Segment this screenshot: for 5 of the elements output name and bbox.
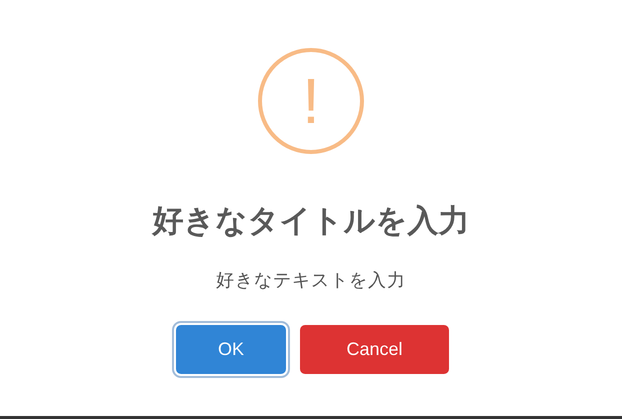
dialog-text: 好きなテキストを入力 — [216, 269, 406, 293]
warning-icon: ! — [258, 48, 364, 154]
ok-button[interactable]: OK — [176, 324, 286, 374]
cancel-button[interactable]: Cancel — [300, 324, 449, 374]
dialog-title: 好きなタイトルを入力 — [152, 202, 470, 241]
